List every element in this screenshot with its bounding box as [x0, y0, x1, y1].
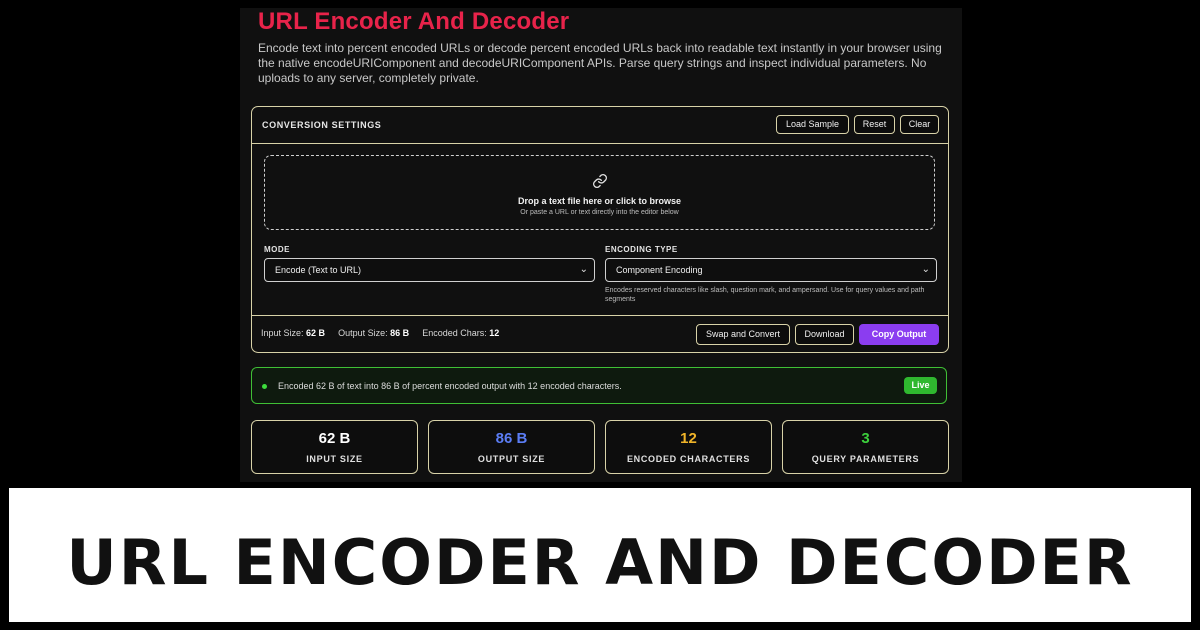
- stat-card-query-parameters: 3 QUERY PARAMETERS: [782, 420, 949, 474]
- status-bar: Encoded 62 B of text into 86 B of percen…: [251, 367, 947, 404]
- panel-footer: Input Size: 62 B Output Size: 86 B Encod…: [252, 315, 948, 353]
- output-size-label: Output Size:: [338, 328, 388, 338]
- swap-and-convert-button[interactable]: Swap and Convert: [696, 324, 790, 345]
- chevron-down-icon: ⌄: [579, 264, 588, 275]
- mode-label: MODE: [264, 245, 290, 254]
- download-button[interactable]: Download: [795, 324, 854, 345]
- page-title: URL Encoder And Decoder: [258, 8, 570, 35]
- stat-card-output-size: 86 B OUTPUT SIZE: [428, 420, 595, 474]
- encoding-hint: Encodes reserved characters like slash, …: [605, 287, 925, 303]
- live-badge: Live: [904, 377, 937, 394]
- panel-header: CONVERSION SETTINGS Load Sample Reset Cl…: [252, 107, 948, 144]
- mode-select-value: Encode (Text to URL): [275, 265, 362, 275]
- input-size-label: Input Size:: [261, 328, 304, 338]
- title-banner: URL ENCODER AND DECODER: [9, 488, 1191, 622]
- clear-button[interactable]: Clear: [900, 115, 939, 134]
- status-indicator-dot: [262, 384, 267, 389]
- stat-card-value: 12: [680, 430, 697, 447]
- encoding-type-value: Component Encoding: [616, 265, 703, 275]
- stat-card-encoded-characters: 12 ENCODED CHARACTERS: [605, 420, 772, 474]
- status-message: Encoded 62 B of text into 86 B of percen…: [278, 381, 622, 391]
- banner-title: URL ENCODER AND DECODER: [66, 526, 1134, 599]
- mode-select[interactable]: Encode (Text to URL) ⌄: [264, 258, 595, 282]
- copy-output-button[interactable]: Copy Output: [859, 324, 939, 345]
- reset-button[interactable]: Reset: [854, 115, 895, 134]
- dropzone-sub-text: Or paste a URL or text directly into the…: [520, 209, 679, 216]
- stat-card-value: 86 B: [495, 430, 528, 447]
- stat-card-label: OUTPUT SIZE: [477, 454, 546, 464]
- file-dropzone[interactable]: Drop a text file here or click to browse…: [264, 155, 935, 230]
- encoding-type-label: ENCODING TYPE: [605, 245, 678, 254]
- conversion-settings-panel: CONVERSION SETTINGS Load Sample Reset Cl…: [251, 106, 949, 353]
- stat-card-value: 62 B: [318, 430, 351, 447]
- encoded-chars-value: 12: [489, 328, 500, 338]
- size-stats: Input Size: 62 B Output Size: 86 B Encod…: [261, 328, 499, 338]
- chevron-down-icon: ⌄: [921, 264, 930, 275]
- load-sample-button[interactable]: Load Sample: [776, 115, 849, 134]
- link-icon: [265, 173, 934, 194]
- stat-card-value: 3: [861, 430, 870, 447]
- output-size-value: 86 B: [390, 328, 410, 338]
- encoding-type-select[interactable]: Component Encoding ⌄: [605, 258, 937, 282]
- page-description: Encode text into percent encoded URLs or…: [258, 41, 942, 85]
- encoded-chars-label: Encoded Chars:: [422, 328, 487, 338]
- stat-card-label: QUERY PARAMETERS: [811, 454, 920, 464]
- dropzone-main-text: Drop a text file here or click to browse: [517, 196, 682, 206]
- app-window: URL Encoder And Decoder Encode text into…: [240, 8, 962, 482]
- stat-card-label: ENCODED CHARACTERS: [626, 454, 751, 464]
- stat-card-input-size: 62 B INPUT SIZE: [251, 420, 418, 474]
- panel-title: CONVERSION SETTINGS: [262, 120, 382, 130]
- input-size-value: 62 B: [306, 328, 326, 338]
- stat-card-label: INPUT SIZE: [306, 454, 363, 464]
